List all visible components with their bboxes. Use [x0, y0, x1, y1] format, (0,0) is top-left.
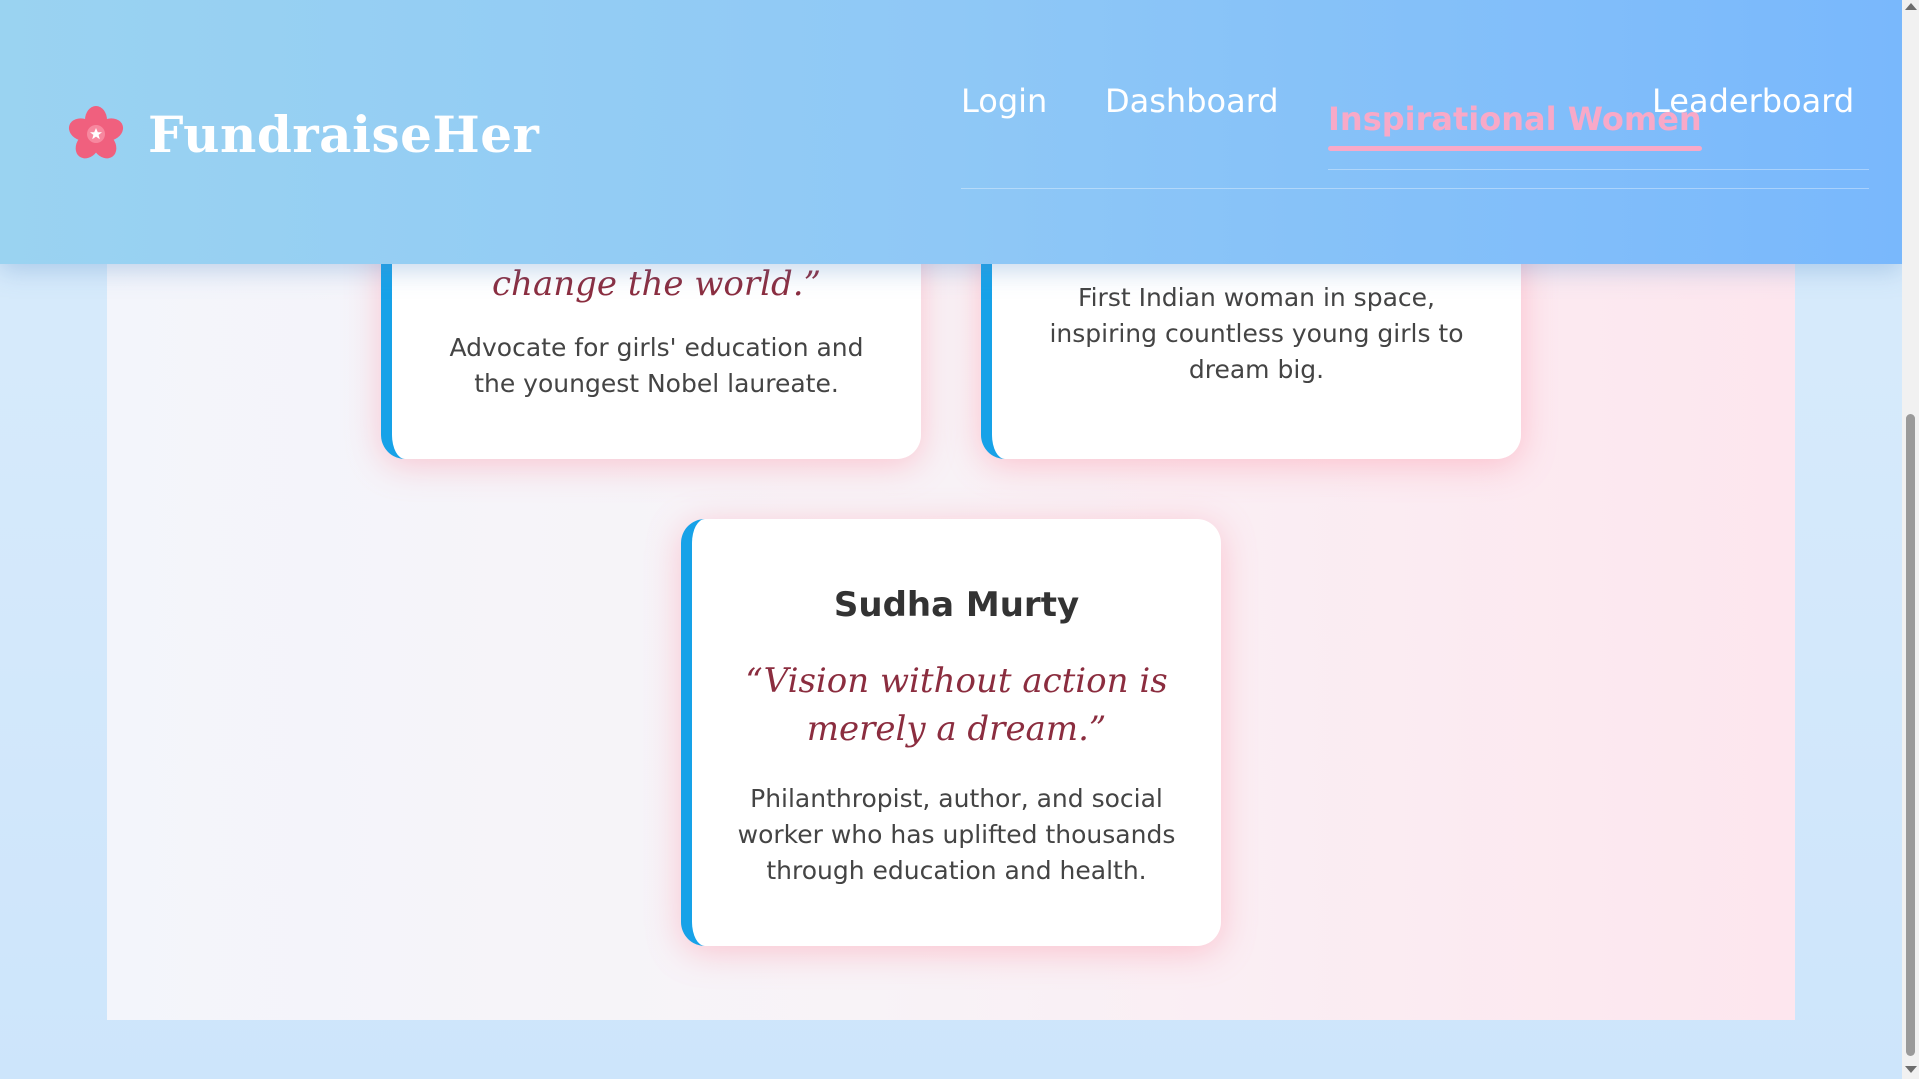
vertical-scrollbar[interactable] [1902, 0, 1919, 1079]
site-header: FundraiseHer Login Dashboard Inspiration… [0, 0, 1902, 264]
nav-divider [1328, 169, 1869, 170]
card-name: Sudha Murty [833, 585, 1080, 625]
card-description: Philanthropist, author, and social worke… [737, 784, 1176, 885]
brand-name: FundraiseHer [148, 104, 540, 164]
brand-logo-link[interactable]: FundraiseHer [66, 104, 539, 164]
nav-leaderboard[interactable]: Leaderboard [1652, 82, 1854, 120]
card-quote: “Vision without action is merely a dream… [745, 661, 1168, 749]
card-description: Advocate for girls' education and the yo… [449, 333, 864, 398]
nav-inspirational-women[interactable]: Inspirational Women [1328, 100, 1702, 151]
nav-inspirational-women-label: Inspirational Women [1328, 100, 1702, 138]
cherry-blossom-icon [68, 106, 124, 159]
active-nav-underline [1328, 146, 1702, 151]
card-quote: change the world.” [492, 264, 821, 304]
nav-divider [961, 188, 1869, 189]
page-viewport: change the world.” Advocate for girls' e… [0, 0, 1902, 1079]
nav-dashboard[interactable]: Dashboard [1105, 82, 1279, 120]
scroll-down-arrow-icon[interactable] [1905, 1066, 1917, 1073]
inspiration-card: Sudha Murty “Vision without action is me… [681, 519, 1221, 946]
nav-login[interactable]: Login [961, 82, 1047, 120]
card-description: First Indian woman in space, inspiring c… [1049, 283, 1464, 384]
scroll-up-arrow-icon[interactable] [1905, 3, 1917, 10]
scrollbar-thumb[interactable] [1906, 414, 1915, 1056]
